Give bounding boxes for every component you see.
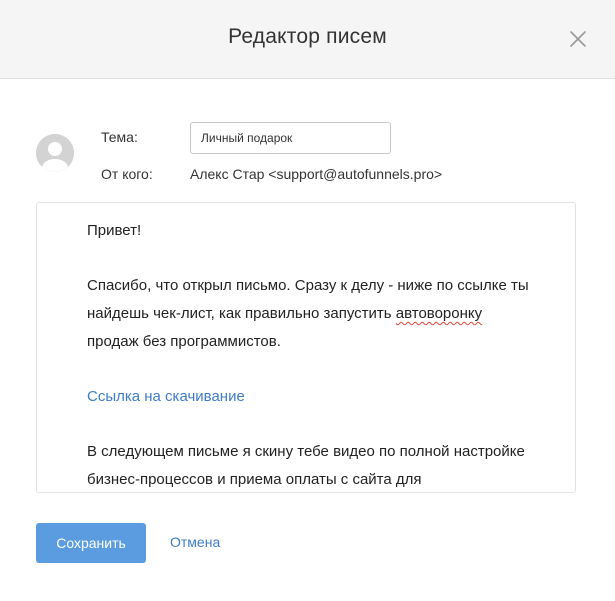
close-icon: [570, 31, 586, 47]
download-link[interactable]: Ссылка на скачивание: [87, 388, 245, 405]
from-value: Алекс Стар <support@autofunnels.pro>: [190, 166, 443, 182]
intro-paragraph: Спасибо, что открыл письмо. Сразу к делу…: [87, 272, 537, 356]
subject-input[interactable]: [190, 122, 391, 154]
subject-label: Тема:: [101, 129, 138, 145]
misspelled-word: автоворонку: [395, 305, 483, 322]
greeting-text: Привет!: [87, 222, 142, 239]
message-body[interactable]: Привет! Спасибо, что открыл письмо. Сраз…: [87, 217, 537, 492]
link-paragraph: Ссылка на скачивание: [87, 383, 537, 411]
dialog-title: Редактор писем: [228, 25, 387, 48]
next-letter-paragraph: В следующем письме я скину тебе видео по…: [87, 443, 525, 488]
close-button[interactable]: [566, 27, 590, 51]
user-avatar-icon: [36, 134, 74, 172]
email-editor-dialog: Редактор писем Тема: От кого: Алекс Стар…: [0, 0, 615, 601]
cancel-button[interactable]: Отмена: [170, 534, 220, 550]
message-editor[interactable]: Привет! Спасибо, что открыл письмо. Сраз…: [36, 202, 576, 493]
from-label: От кого:: [101, 166, 153, 182]
greeting-paragraph: Привет!: [87, 217, 537, 245]
dialog-header: Редактор писем: [0, 0, 615, 79]
save-button[interactable]: Сохранить: [36, 523, 146, 563]
sender-avatar: [36, 134, 74, 172]
intro-text-end: продаж без программистов.: [87, 333, 281, 350]
